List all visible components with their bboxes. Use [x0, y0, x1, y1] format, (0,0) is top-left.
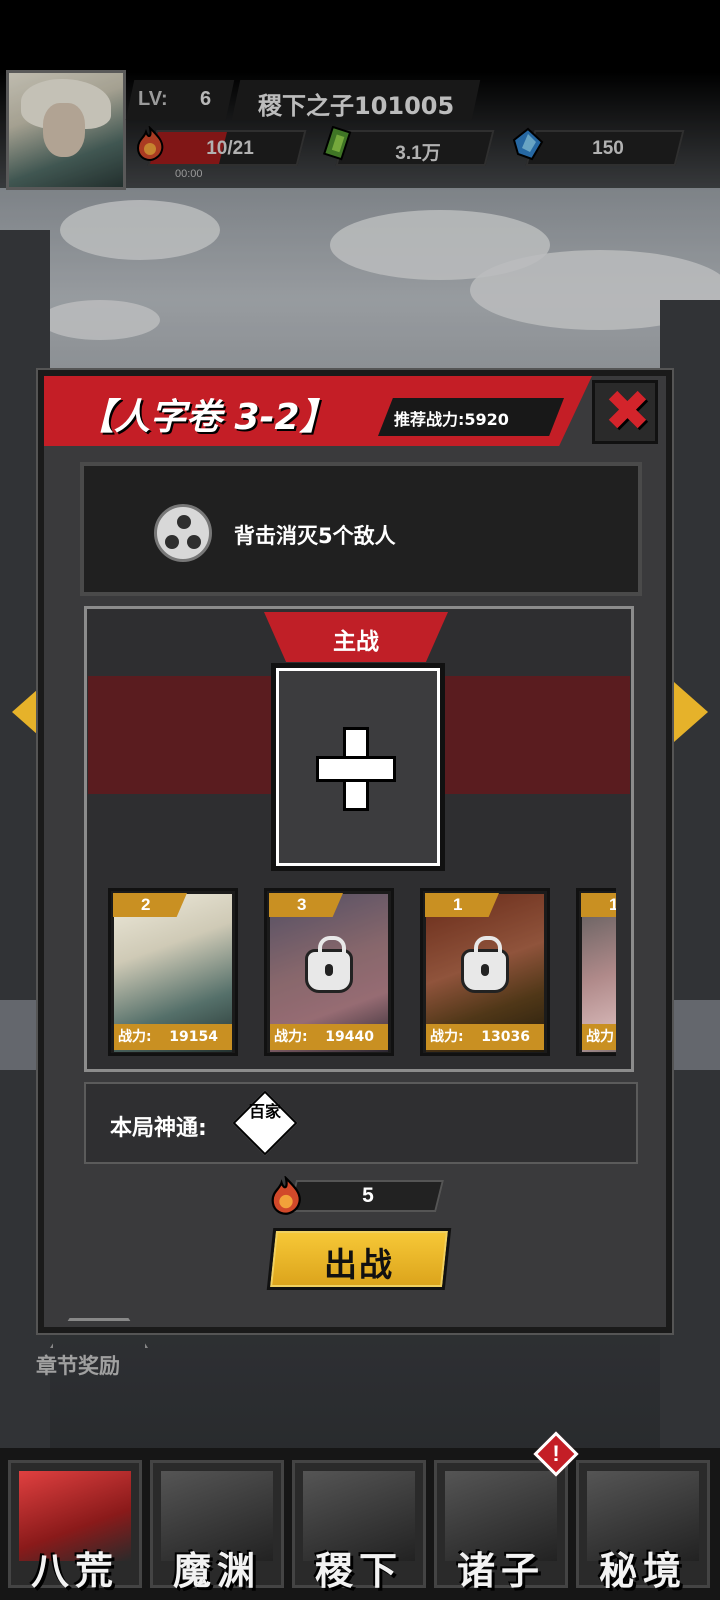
triskelion-icon	[154, 504, 212, 562]
hero-rank: 1	[581, 893, 616, 917]
lock-icon	[461, 936, 509, 993]
hero-card-locked[interactable]: 1 战力	[576, 888, 616, 1056]
close-icon: ✖	[604, 379, 651, 444]
hero-rank: 3	[269, 893, 343, 917]
hero-power: 战力	[582, 1024, 616, 1050]
mission-text: 背击消灭5个敌人	[234, 524, 396, 548]
chapter-reward-label[interactable]: 章节奖励	[36, 1350, 120, 1380]
hero-card[interactable]: 2 战力: 19154	[108, 888, 238, 1056]
battle-cost: 5	[362, 1184, 374, 1207]
lock-icon	[305, 936, 353, 993]
hero-card-locked[interactable]: 1 战力: 13036	[420, 888, 550, 1056]
nav-label: 八荒	[30, 1548, 119, 1593]
hero-card-clip: 1 战力	[576, 888, 616, 1056]
skill-label: 本局神通:	[110, 1116, 207, 1141]
nav-label: 稷下	[314, 1548, 403, 1593]
next-stage-arrow-icon[interactable]	[674, 682, 708, 742]
nav-label: 诸子	[456, 1548, 545, 1593]
nav-label: 魔渊	[172, 1548, 261, 1593]
hero-card-locked[interactable]: 3 战力: 19440	[264, 888, 394, 1056]
stage-title: 【人字卷 3-2】	[78, 397, 336, 438]
main-battle-label: 主战	[333, 629, 379, 655]
hero-power: 战力: 19440	[270, 1024, 388, 1050]
hero-power: 战力: 13036	[426, 1024, 544, 1050]
hero-power: 战力: 19154	[114, 1024, 232, 1050]
alert-badge-text: !	[552, 1441, 560, 1466]
hero-rank: 2	[113, 893, 187, 917]
hero-rank: 1	[425, 893, 499, 917]
skill-icon-text: 百家	[248, 1102, 281, 1121]
fight-button-label: 出战	[324, 1245, 394, 1284]
recommended-power: 推荐战力:5920	[394, 410, 509, 429]
nav-label: 秘境	[598, 1548, 687, 1593]
close-button[interactable]: ✖	[592, 379, 658, 444]
add-hero-plus-icon-bar	[316, 756, 396, 782]
